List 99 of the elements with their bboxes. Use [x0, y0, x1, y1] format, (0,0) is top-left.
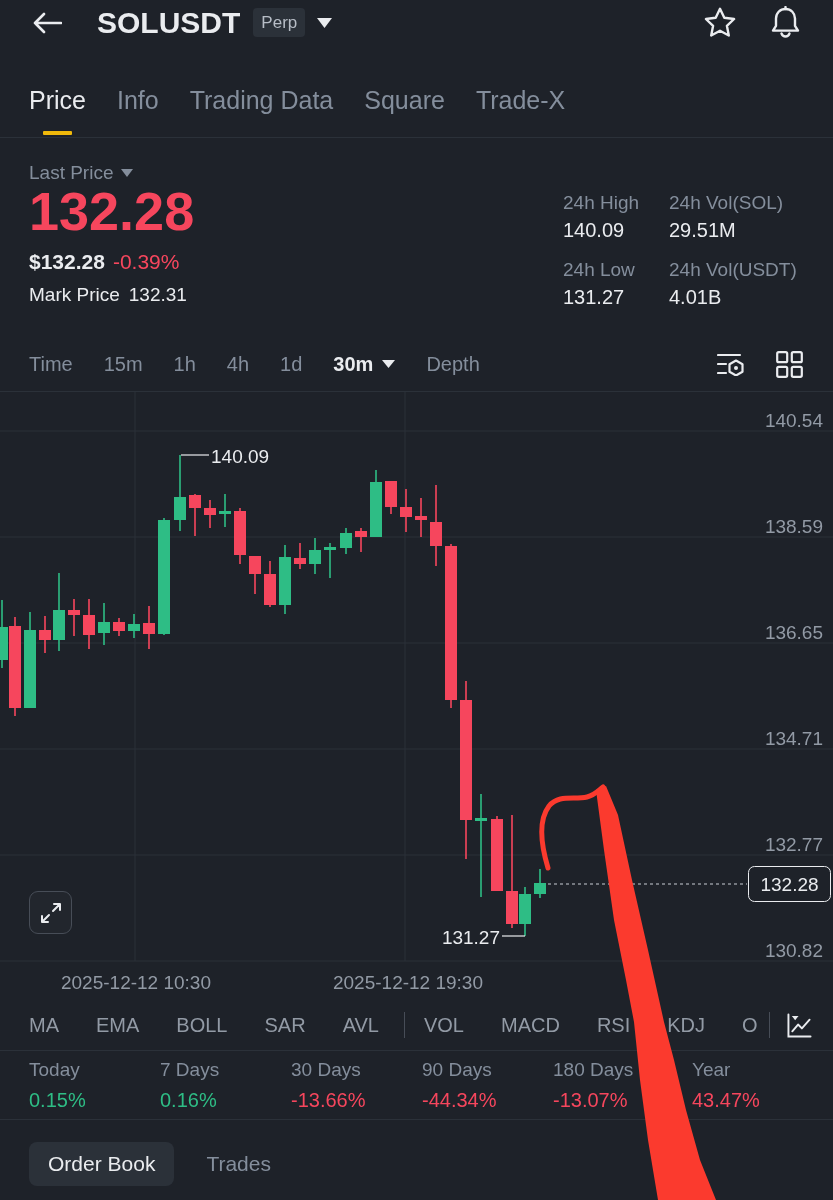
mark-price-label: Mark Price	[29, 283, 120, 307]
price-axis-label: 140.54	[764, 410, 823, 431]
period-label: Today	[29, 1059, 80, 1081]
stat-label: 24h Low	[563, 259, 636, 281]
stat-value: 131.27	[563, 285, 626, 309]
symbol-title: SOLUSDT	[97, 5, 241, 40]
interval-tab[interactable]: Time	[29, 352, 73, 376]
candlestick	[189, 493, 201, 537]
period-change: 0.15%	[29, 1088, 86, 1112]
tab[interactable]: Trading Data	[189, 80, 334, 137]
candlestick	[234, 507, 246, 565]
period-label: Year	[692, 1059, 731, 1081]
candlestick	[249, 555, 261, 595]
period-label: 30 Days	[291, 1059, 361, 1081]
period-label: 7 Days	[160, 1059, 220, 1081]
candlestick	[534, 868, 546, 899]
candlestick	[39, 615, 51, 654]
price-axis-label: 134.71	[764, 728, 823, 749]
back-icon[interactable]	[33, 11, 62, 34]
leader-line	[180, 454, 210, 456]
leader-line	[501, 935, 526, 937]
grid-layout-icon[interactable]	[776, 350, 803, 378]
candlestick	[219, 493, 231, 528]
candlestick	[83, 598, 95, 650]
time-axis-label: 2025-12-12 19:30	[333, 972, 483, 993]
interval-tab[interactable]: 30m	[333, 352, 396, 376]
candlestick	[309, 537, 321, 575]
contract-type-badge: Perp	[253, 8, 306, 37]
price-axis-label: 136.65	[764, 622, 823, 643]
usd-price: $132.28	[29, 250, 105, 274]
indicator-tab[interactable]: O	[742, 1013, 758, 1037]
candlestick	[98, 602, 110, 646]
interval-tab[interactable]: 15m	[103, 352, 143, 376]
candlestick	[264, 560, 276, 608]
line-chart-icon[interactable]	[786, 1012, 812, 1038]
indicator-tab[interactable]: AVL	[342, 1013, 379, 1037]
tab[interactable]: Trade-X	[475, 80, 566, 137]
period-label: 90 Days	[422, 1059, 492, 1081]
candlestick	[324, 542, 336, 579]
tab[interactable]: Info	[116, 80, 159, 137]
book-tab[interactable]: Order Book	[29, 1142, 175, 1186]
mark-price-value: 132.31	[128, 283, 187, 307]
current-price-tag: 132.28	[748, 866, 831, 902]
indicator-tab[interactable]: KDJ	[667, 1013, 705, 1037]
expand-button[interactable]	[29, 891, 72, 934]
period-change: -44.34%	[422, 1088, 497, 1112]
price-change: -0.39%	[112, 250, 180, 274]
candlestick	[294, 542, 306, 570]
caret-down-icon	[382, 360, 396, 368]
candlestick	[385, 480, 397, 515]
interval-tab[interactable]: Depth	[426, 352, 480, 376]
indicator-tab[interactable]: EMA	[96, 1013, 140, 1037]
indicator-tab[interactable]: SAR	[264, 1013, 306, 1037]
period-change: -13.66%	[291, 1088, 366, 1112]
last-price: 132.28	[29, 184, 195, 238]
indicator-tab[interactable]: MA	[29, 1013, 59, 1037]
interval-tab[interactable]: 1h	[173, 352, 196, 376]
stat-value: 140.09	[563, 218, 626, 242]
price-axis-label: 138.59	[764, 516, 823, 537]
indicator-tab[interactable]: VOL	[423, 1013, 464, 1037]
candlestick	[204, 499, 216, 529]
period-change: 0.16%	[160, 1088, 217, 1112]
candlestick	[370, 469, 382, 538]
interval-tab[interactable]: 4h	[226, 352, 250, 376]
high-price-label: 140.09	[211, 446, 270, 467]
period-label: 180 Days	[553, 1059, 634, 1081]
stat-label: 24h Vol(USDT)	[669, 259, 798, 281]
period-change: 43.47%	[692, 1088, 760, 1112]
low-price-label: 131.27	[441, 927, 500, 948]
candlestick	[143, 605, 155, 650]
candlestick	[279, 544, 291, 615]
last-price-label: Last Price	[29, 162, 114, 184]
stat-value: 4.01B	[669, 285, 723, 309]
caret-down-icon[interactable]	[317, 17, 333, 28]
stat-value: 29.51M	[669, 218, 737, 242]
candlestick	[113, 617, 125, 637]
price-axis-label: 130.82	[764, 940, 823, 961]
time-axis-label: 2025-12-12 10:30	[61, 972, 211, 993]
candlestick	[355, 527, 367, 553]
period-change: -13.07%	[553, 1088, 628, 1112]
stat-label: 24h High	[563, 192, 641, 214]
star-icon[interactable]	[704, 7, 736, 38]
expand-icon	[39, 901, 62, 924]
indicator-tab[interactable]: RSI	[596, 1013, 631, 1037]
candlestick	[340, 527, 352, 555]
interval-tab[interactable]: 1d	[280, 352, 303, 376]
tab[interactable]: Price	[29, 80, 86, 137]
chart-settings-icon[interactable]	[717, 352, 745, 376]
bell-icon[interactable]	[770, 6, 801, 39]
stat-label: 24h Vol(SOL)	[669, 192, 785, 214]
candlestick	[68, 598, 80, 637]
indicator-tab[interactable]: BOLL	[176, 1013, 228, 1037]
candlestick	[415, 497, 427, 538]
tab[interactable]: Square	[364, 80, 445, 137]
candlestick	[400, 488, 412, 533]
book-tab[interactable]: Trades	[187, 1142, 290, 1186]
price-axis-label: 132.77	[764, 834, 823, 855]
candlestick	[128, 613, 140, 639]
indicator-tab[interactable]: MACD	[501, 1013, 560, 1037]
